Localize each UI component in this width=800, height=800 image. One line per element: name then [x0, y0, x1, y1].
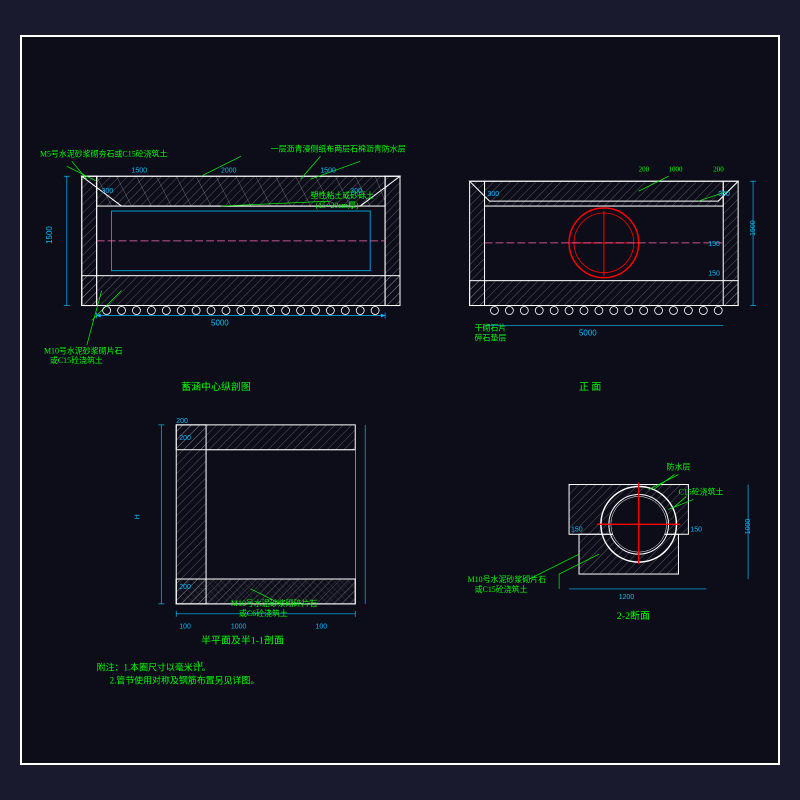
- svg-text:防水层: 防水层: [667, 462, 691, 472]
- svg-text:附注：1.本圈尺寸以毫米计。: 附注：1.本圈尺寸以毫米计。: [97, 662, 211, 673]
- svg-text:200: 200: [179, 584, 191, 591]
- svg-text:300: 300: [488, 191, 500, 198]
- svg-text:1000: 1000: [669, 165, 683, 173]
- svg-text:150: 150: [708, 241, 720, 248]
- svg-text:100: 100: [179, 624, 191, 631]
- svg-text:1000: 1000: [745, 519, 752, 535]
- svg-text:150: 150: [690, 526, 702, 533]
- svg-text:或C15砼浇筑土: 或C15砼浇筑土: [475, 584, 528, 594]
- svg-text:(15~20cm厚): (15~20cm厚): [315, 201, 358, 210]
- svg-text:5000: 5000: [579, 328, 597, 337]
- svg-text:M5号水泥砂浆砌夯石或C15砼浇筑土: M5号水泥砂浆砌夯石或C15砼浇筑土: [40, 148, 168, 158]
- svg-text:C15砼浇筑土: C15砼浇筑土: [678, 486, 723, 496]
- svg-text:200: 200: [639, 165, 650, 173]
- svg-text:或C15砼浇筑土: 或C15砼浇筑土: [50, 355, 103, 365]
- svg-text:At: At: [195, 660, 204, 669]
- svg-text:或C6砼浇筑土: 或C6砼浇筑土: [239, 608, 288, 618]
- svg-text:M10号水泥砂浆砌碎片石: M10号水泥砂浆砌碎片石: [231, 598, 317, 608]
- svg-text:1500: 1500: [320, 167, 336, 174]
- svg-text:5000: 5000: [211, 318, 229, 327]
- svg-text:半平面及半1-1剖面: 半平面及半1-1剖面: [201, 634, 284, 647]
- svg-text:200: 200: [176, 418, 188, 425]
- svg-text:150: 150: [708, 271, 720, 278]
- svg-text:一层沥青浸侧纸布两层石棉沥青防水层: 一层沥青浸侧纸布两层石棉沥青防水层: [271, 143, 406, 153]
- svg-text:M10号水泥砂浆砌片石: M10号水泥砂浆砌片石: [44, 345, 123, 355]
- svg-text:200: 200: [713, 165, 724, 173]
- drawing-area: 5000 1500 1500 2000 1500 300 300: [22, 37, 778, 763]
- svg-text:300: 300: [102, 188, 114, 195]
- svg-text:300: 300: [718, 191, 730, 198]
- svg-text:碎石垫层: 碎石垫层: [475, 332, 507, 342]
- svg-text:1000: 1000: [231, 624, 247, 631]
- svg-text:干砌石片: 干砌石片: [475, 322, 507, 332]
- svg-text:正 面: 正 面: [579, 382, 601, 393]
- svg-text:2000: 2000: [221, 167, 237, 174]
- svg-text:2.管节使用对称及钢筋布置另见详图。: 2.管节使用对称及钢筋布置另见详图。: [110, 674, 260, 685]
- drawing-container: 5000 1500 1500 2000 1500 300 300: [20, 35, 780, 765]
- svg-text:M10号水泥砂浆砌片石: M10号水泥砂浆砌片石: [468, 574, 547, 584]
- svg-text:1500: 1500: [45, 226, 54, 244]
- svg-text:100: 100: [315, 624, 327, 631]
- svg-text:1500: 1500: [131, 167, 147, 174]
- svg-text:150: 150: [571, 526, 583, 533]
- svg-text:1200: 1200: [619, 594, 635, 601]
- svg-text:H: H: [134, 514, 141, 519]
- svg-text:200: 200: [179, 435, 191, 442]
- svg-text:1500: 1500: [750, 220, 757, 236]
- svg-text:2-2断面: 2-2断面: [617, 609, 650, 622]
- svg-text:蓄涵中心纵剖图: 蓄涵中心纵剖图: [181, 380, 251, 393]
